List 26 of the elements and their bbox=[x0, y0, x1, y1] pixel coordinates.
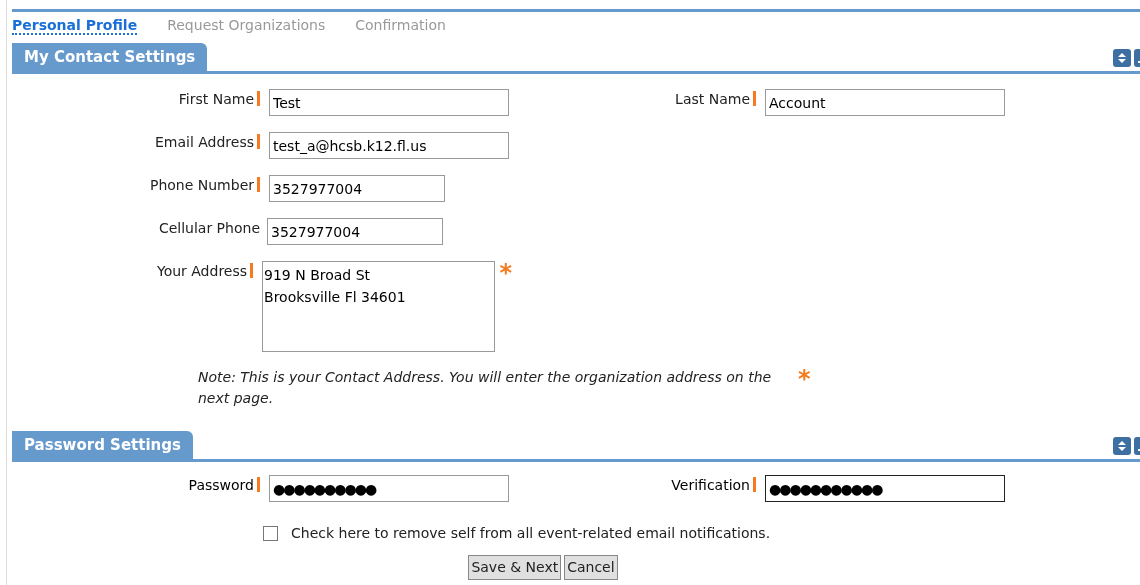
password-field[interactable]: ●●●●●●●●●● bbox=[269, 475, 509, 502]
address-field[interactable]: 919 N Broad St Brooksville Fl 34601 bbox=[262, 261, 496, 352]
save-next-button[interactable]: Save & Next bbox=[468, 555, 562, 580]
field-label: Email Address bbox=[154, 133, 254, 152]
field-label: Verification bbox=[671, 476, 750, 495]
step-tab[interactable]: Personal Profile bbox=[12, 15, 138, 35]
asterisk-icon: * bbox=[499, 261, 512, 281]
field-label: Last Name bbox=[675, 90, 750, 109]
text-field[interactable]: Test bbox=[269, 89, 509, 116]
field-label: Your Address bbox=[156, 262, 248, 281]
expand-collapse-icon[interactable] bbox=[1113, 49, 1131, 67]
cancel-button[interactable]: Cancel bbox=[564, 555, 618, 580]
text-field[interactable]: 3527977004 bbox=[267, 218, 443, 245]
field-label: Password bbox=[188, 476, 254, 495]
checkbox[interactable] bbox=[263, 526, 278, 541]
field-label: Phone Number bbox=[149, 176, 254, 195]
text-field[interactable]: 3527977004 bbox=[269, 175, 445, 202]
text-field[interactable]: Account bbox=[765, 89, 1005, 116]
asterisk-icon: * bbox=[798, 367, 811, 387]
field-label: First Name bbox=[178, 90, 254, 109]
text-field[interactable]: test_a@hcsb.k12.fl.us bbox=[269, 132, 509, 159]
field-label: Cellular Phone bbox=[158, 219, 260, 238]
contact-address-note: Note: This is your Contact Address. You will enter the organization address on the next page. bbox=[198, 368, 773, 408]
checkbox-label: Check here to remove self from all event-related email notifications. bbox=[291, 524, 771, 543]
expand-collapse-icon[interactable] bbox=[1113, 437, 1131, 455]
password-field[interactable]: ●●●●●●●●●●● bbox=[765, 475, 1005, 502]
